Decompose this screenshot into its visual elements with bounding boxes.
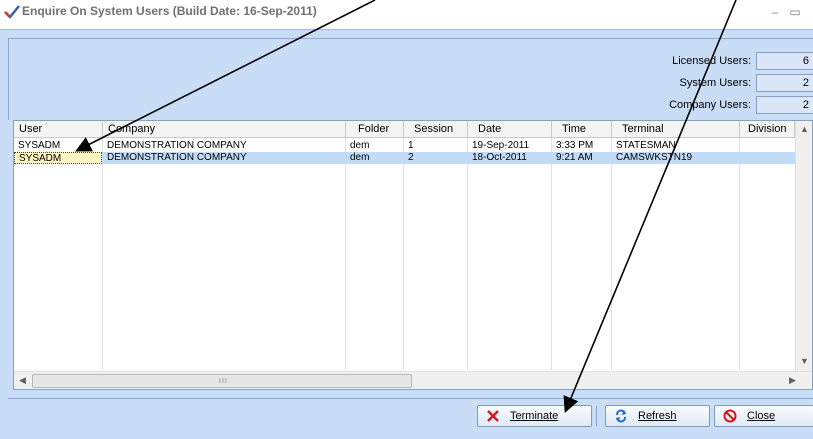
scroll-left-icon[interactable]: ◀ [14,372,31,389]
title-bar[interactable]: Enquire On System Users (Build Date: 16-… [0,0,813,24]
thumb-grip: III [219,378,228,385]
column-header-time[interactable]: Time [552,121,612,138]
title-divider [0,24,813,30]
refresh-button[interactable]: Refresh [605,405,710,427]
close-label: Close [747,410,776,422]
column-divider [345,138,346,370]
cell-session: 1 [408,140,414,151]
cell-division [740,140,795,152]
column-header-division[interactable]: Division [740,121,795,138]
column-divider [611,138,612,370]
column-header-date[interactable]: Date [468,121,552,138]
refresh-label: Refresh [638,410,677,422]
licensed-users-value: 6 [756,52,813,70]
app-check-icon [4,5,20,19]
system-users-label: System Users: [679,77,751,89]
cell-folder: dem [350,140,370,151]
vertical-scrollbar[interactable]: ▲ ▼ [795,121,812,371]
cell-division [740,152,795,164]
cell-terminal: CAMSWKSTN19 [616,152,693,163]
user-summary-panel: Licensed Users: 6 System Users: 2 Compan… [8,38,813,120]
company-users-label: Company Users: [669,99,751,111]
cell-date: 19-Sep-2011 [472,140,530,151]
table-row-selected[interactable]: SYSADM DEMONSTRATION COMPANY dem 2 18-Oc… [14,152,811,164]
refresh-icon [616,409,626,423]
system-users-value: 2 [756,74,813,92]
action-bar: Terminate Refresh Close [8,398,813,439]
button-separator [596,406,597,426]
column-header-company[interactable]: Company [103,121,346,138]
column-divider [403,138,404,370]
company-users-value: 2 [756,96,813,114]
column-divider [551,138,552,370]
cell-company: DEMONSTRATION COMPANY [107,152,247,163]
cell-date: 18-Oct-2011 [472,152,527,163]
column-divider [102,138,103,370]
window-title: Enquire On System Users (Build Date: 16-… [22,4,317,18]
column-divider [739,138,740,370]
x-cross-icon [487,410,499,422]
terminate-button[interactable]: Terminate [477,405,592,427]
scroll-thumb[interactable]: III [32,374,412,388]
cell-company: DEMONSTRATION COMPANY [107,140,247,151]
users-grid[interactable]: User Company Folder Session Date Time Te… [13,120,813,390]
no-entry-icon [723,409,737,423]
cell-time: 9:21 AM [556,152,593,163]
licensed-users-label: Licensed Users: [672,55,751,67]
cell-user: SYSADM [18,140,61,151]
cell-session: 2 [408,152,414,163]
cell-time: 3:33 PM [556,140,594,151]
horizontal-scrollbar[interactable]: ◀ III ▶ [14,371,812,389]
table-row[interactable]: SYSADM DEMONSTRATION COMPANY dem 1 19-Se… [14,140,811,152]
cell-user: SYSADM [14,152,102,164]
scroll-down-icon[interactable]: ▼ [796,353,812,370]
cell-folder: dem [350,152,370,163]
minimize-button[interactable]: – [768,5,782,19]
terminate-label: Terminate [510,410,559,422]
column-header-folder[interactable]: Folder [346,121,404,138]
grid-header: User Company Folder Session Date Time Te… [14,121,812,138]
cell-terminal: STATESMAN [616,140,676,151]
scroll-right-icon[interactable]: ▶ [784,372,801,389]
column-header-terminal[interactable]: Terminal [612,121,740,138]
close-button[interactable]: Close [714,405,813,427]
column-divider [467,138,468,370]
scroll-up-icon[interactable]: ▲ [796,121,812,138]
column-header-user[interactable]: User [14,121,103,138]
column-header-session[interactable]: Session [404,121,468,138]
enquire-users-window: Enquire On System Users (Build Date: 16-… [0,0,813,439]
maximize-button[interactable]: ▭ [788,5,802,19]
